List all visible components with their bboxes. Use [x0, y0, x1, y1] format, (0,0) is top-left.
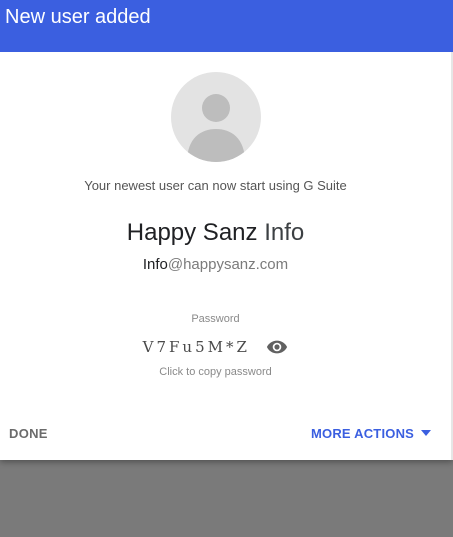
user-email: Info@happysanz.com [0, 256, 431, 273]
new-user-dialog: New user added Your newest user can now … [0, 0, 453, 460]
dialog-header: New user added [0, 0, 453, 52]
email-local-part: Info [142, 256, 168, 273]
password-value[interactable]: V7Fu5M*Z [143, 338, 250, 356]
done-button[interactable]: DONE [9, 426, 48, 441]
more-actions-button[interactable]: MORE ACTIONS [311, 426, 432, 441]
dialog-title: New user added [5, 6, 151, 28]
email-domain: @happysanz.com [167, 256, 289, 273]
password-row: V7Fu5M*Z [0, 336, 431, 358]
password-label: Password [191, 313, 240, 325]
user-full-name: Happy Sanz Info [0, 219, 431, 247]
caret-down-icon [421, 430, 432, 436]
user-last-name: Info [264, 219, 305, 246]
person-avatar-icon [171, 72, 261, 162]
eye-icon[interactable] [266, 336, 288, 358]
more-actions-label: MORE ACTIONS [311, 426, 415, 441]
user-first-name: Happy Sanz [126, 219, 258, 246]
dialog-subtitle: Your newest user can now start using G S… [84, 178, 347, 193]
copy-password-hint: Click to copy password [159, 366, 272, 378]
